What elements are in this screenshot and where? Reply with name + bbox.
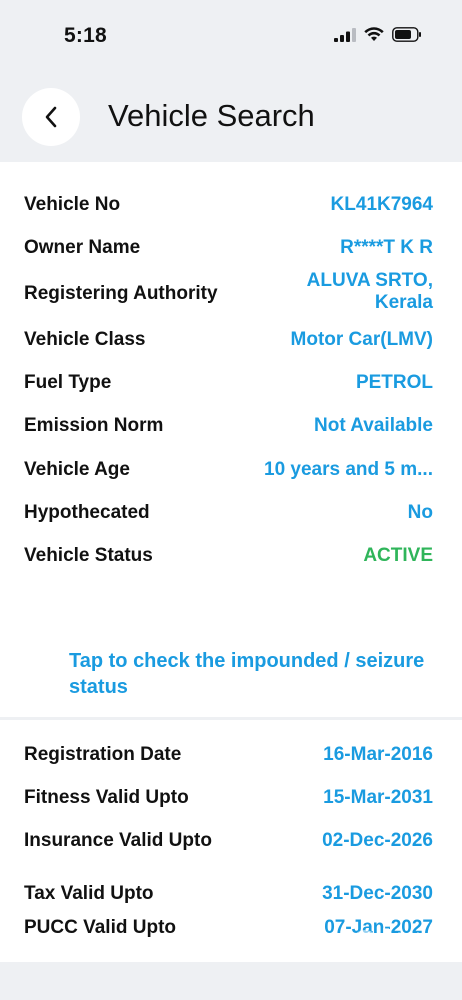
status-bar: 5:18 [0,0,462,70]
registering-authority-label: Registering Authority [24,283,218,304]
vehicle-no-label: Vehicle No [24,194,121,215]
status-time: 5:18 [64,24,107,47]
emission-norm-value: Not Available [314,415,433,436]
status-icons [334,27,422,42]
page-title: Vehicle Search [108,98,315,133]
tax-valid-value: 31-Dec-2030 [322,883,433,904]
registration-date-label: Registration Date [24,744,182,765]
vehicle-no-value: KL41K7964 [330,194,433,215]
chevron-left-icon [45,106,57,128]
vehicle-age-value: 10 years and 5 m... [264,459,433,480]
insurance-valid-value: 02-Dec-2026 [322,830,433,851]
signal-icon [334,27,356,42]
olx-watermark-logo [351,928,423,959]
insurance-valid-label: Insurance Valid Upto [24,830,212,851]
pucc-valid-label: PUCC Valid Upto [24,917,177,938]
fitness-valid-label: Fitness Valid Upto [24,787,189,808]
tax-valid-label: Tax Valid Upto [24,883,154,904]
vehicle-details-card: Vehicle No KL41K7964 Owner Name R****T K… [0,162,462,717]
owner-name-label: Owner Name [24,237,141,258]
registration-date-value: 16-Mar-2016 [323,744,433,765]
hypothecated-label: Hypothecated [24,502,150,523]
fuel-type-value: PETROL [355,372,433,393]
battery-icon [392,27,421,42]
vehicle-age-label: Vehicle Age [24,459,130,480]
vehicle-status-label: Vehicle Status [24,545,153,566]
vehicle-status-value: ACTIVE [363,545,433,566]
owner-name-value: R****T K R [340,237,433,258]
emission-norm-label: Emission Norm [24,415,164,436]
fitness-valid-value: 15-Mar-2031 [323,787,433,808]
hypothecated-value: No [407,502,433,523]
vehicle-class-value: Motor Car(LMV) [290,329,433,350]
header: Vehicle Search [0,70,462,162]
wifi-icon [364,27,384,41]
registering-authority-value: ALUVA SRTO, Kerala [306,270,433,313]
fuel-type-label: Fuel Type [24,372,112,393]
impound-status-link[interactable]: Tap to check the impounded / seizure sta… [69,648,429,700]
vehicle-class-label: Vehicle Class [24,329,146,350]
back-button[interactable] [22,88,80,146]
